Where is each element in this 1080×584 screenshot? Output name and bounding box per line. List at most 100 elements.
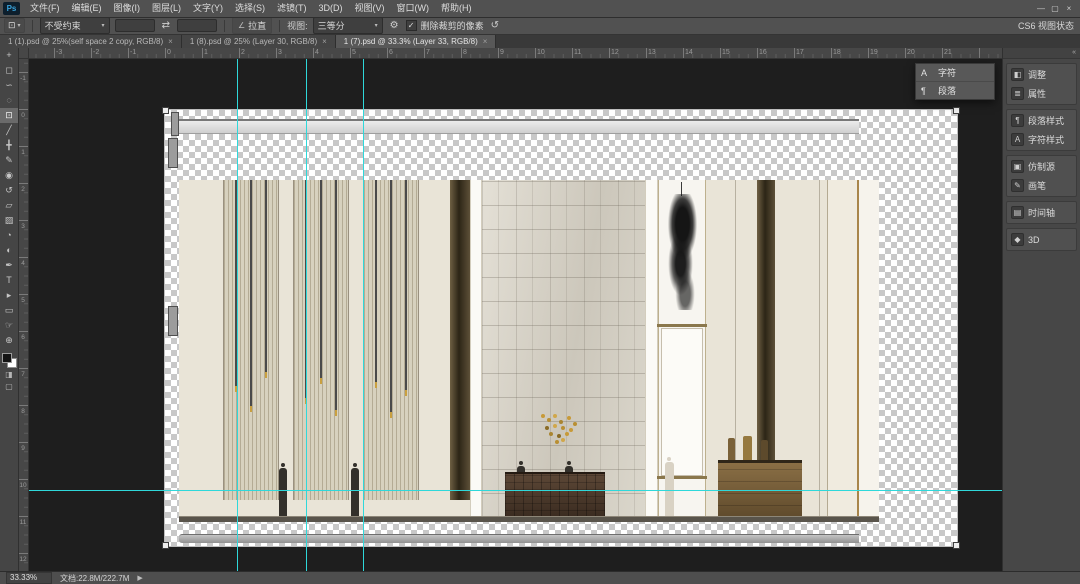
menu-file[interactable]: 文件(F) bbox=[24, 0, 66, 17]
crop-settings-gear-icon[interactable]: ⚙ bbox=[388, 20, 401, 31]
eraser-tool[interactable]: ▱ bbox=[0, 198, 18, 213]
guide[interactable] bbox=[28, 490, 1003, 491]
adjustments-icon: ◧ bbox=[1011, 68, 1024, 81]
panel-paragraph-styles[interactable]: ¶段落样式 bbox=[1007, 111, 1076, 130]
delete-cropped-pixels-checkbox[interactable]: ✓ 删除裁剪的像素 bbox=[406, 19, 484, 32]
aspect-ratio-select[interactable]: 不受约束 ▾ bbox=[40, 17, 110, 34]
menu-bar: Ps 文件(F)编辑(E)图像(I)图层(L)文字(Y)选择(S)滤镜(T)3D… bbox=[0, 0, 1080, 18]
wall-joint bbox=[819, 180, 820, 518]
crop-side-handle[interactable] bbox=[168, 138, 178, 168]
crop-handle[interactable] bbox=[162, 542, 169, 549]
crop-tool[interactable]: ⊡ bbox=[0, 108, 18, 123]
crop-handle[interactable] bbox=[162, 107, 169, 114]
panel-timeline[interactable]: ▤时间轴 bbox=[1007, 203, 1076, 222]
tab-close-icon[interactable]: × bbox=[168, 37, 173, 46]
tool-list: +◻∽◌⊡╱╋✎◉↺▱▨◔◐✒T▸▭☞⊕ bbox=[0, 48, 18, 348]
horizontal-ruler[interactable]: -3-2-10123456789101112131415161718192021 bbox=[28, 48, 1003, 59]
guide[interactable] bbox=[237, 58, 238, 571]
zoom-level-field[interactable]: 33.33% bbox=[6, 572, 52, 584]
pendant-light bbox=[320, 180, 322, 384]
move-tool[interactable]: + bbox=[0, 48, 18, 63]
menu-window[interactable]: 窗口(W) bbox=[391, 0, 436, 17]
panel-clone-source[interactable]: ▣仿制源 bbox=[1007, 157, 1076, 176]
checkbox-box[interactable]: ✓ bbox=[406, 20, 417, 31]
panel-character-styles[interactable]: A字符样式 bbox=[1007, 130, 1076, 149]
crop-width-field[interactable] bbox=[115, 19, 155, 32]
tab-3[interactable]: 1 (7).psd @ 33.3% (Layer 33, RGB/8)× bbox=[336, 35, 497, 48]
view-label: 视图: bbox=[287, 19, 308, 32]
rectangle-tool[interactable]: ▭ bbox=[0, 303, 18, 318]
menu-help[interactable]: 帮助(H) bbox=[435, 0, 478, 17]
tab-2[interactable]: 1 (8).psd @ 25% (Layer 30, RGB/8)× bbox=[182, 35, 336, 48]
quick-selection-tool[interactable]: ◌ bbox=[0, 93, 18, 108]
options-bar: ⊡ ▾ 不受约束 ▾ ⇄ ∠ 拉直 视图: 三等分 ▾ ⚙ ✓ 删除裁剪的像素 … bbox=[0, 17, 1080, 35]
ceiling-band bbox=[179, 119, 859, 134]
crop-handle[interactable] bbox=[953, 107, 960, 114]
straighten-button[interactable]: ∠ 拉直 bbox=[232, 17, 272, 34]
floor-line bbox=[179, 516, 879, 522]
workspace-switcher[interactable]: CS6 视图状态 bbox=[1018, 17, 1074, 35]
spot-healing-brush-tool[interactable]: ╋ bbox=[0, 138, 18, 153]
tool-preset-picker[interactable]: ⊡ ▾ bbox=[4, 18, 25, 33]
ruler-label: 10 bbox=[18, 481, 28, 490]
restore-button[interactable]: ▢ bbox=[1048, 0, 1062, 17]
panel-brush[interactable]: ✎画笔 bbox=[1007, 176, 1076, 195]
screen-mode-button[interactable]: ▢ bbox=[0, 381, 18, 393]
panel-adjustments[interactable]: ◧调整 bbox=[1007, 65, 1076, 84]
pendant-light bbox=[375, 180, 377, 388]
menu-layer[interactable]: 图层(L) bbox=[146, 0, 187, 17]
swap-dimensions-icon[interactable]: ⇄ bbox=[160, 20, 172, 31]
crop-height-field[interactable] bbox=[177, 19, 217, 32]
rectangular-marquee-tool[interactable]: ◻ bbox=[0, 63, 18, 78]
dodge-tool[interactable]: ◐ bbox=[0, 243, 18, 258]
tab-close-icon[interactable]: × bbox=[483, 37, 488, 46]
type-tool[interactable]: T bbox=[0, 273, 18, 288]
clone-stamp-tool[interactable]: ◉ bbox=[0, 168, 18, 183]
brush-tool[interactable]: ✎ bbox=[0, 153, 18, 168]
path-selection-tool[interactable]: ▸ bbox=[0, 288, 18, 303]
hand-tool[interactable]: ☞ bbox=[0, 318, 18, 333]
guide[interactable] bbox=[306, 58, 307, 571]
minimize-button[interactable]: — bbox=[1034, 0, 1048, 17]
close-button[interactable]: × bbox=[1062, 0, 1076, 17]
color-swatches[interactable] bbox=[0, 351, 18, 369]
ruler-label: 7 bbox=[18, 370, 28, 379]
dock-groups: ◧调整≣属性 ¶段落样式A字符样式 ▣仿制源✎画笔 ▤时间轴 ◆3D bbox=[1003, 63, 1080, 251]
menu-filter[interactable]: 滤镜(T) bbox=[271, 0, 313, 17]
quick-mask-button[interactable]: ◨ bbox=[0, 369, 18, 381]
collapse-panels-icon[interactable]: « bbox=[1003, 48, 1080, 59]
blur-tool[interactable]: ◔ bbox=[0, 228, 18, 243]
gradient-tool[interactable]: ▨ bbox=[0, 213, 18, 228]
ruler-label: 4 bbox=[18, 259, 28, 268]
document-canvas[interactable] bbox=[165, 110, 957, 546]
pen-tool[interactable]: ✒ bbox=[0, 258, 18, 273]
menu-edit[interactable]: 编辑(E) bbox=[66, 0, 108, 17]
panel-properties[interactable]: ≣属性 bbox=[1007, 84, 1076, 103]
tab-1[interactable]: 1 (1).psd @ 25%(self space 2 copy, RGB/8… bbox=[0, 35, 182, 48]
panel-three-d[interactable]: ◆3D bbox=[1007, 230, 1076, 249]
overlay-view-select[interactable]: 三等分 ▾ bbox=[313, 17, 383, 34]
vertical-ruler[interactable]: -10123456789101112 bbox=[18, 58, 29, 571]
menu-view[interactable]: 视图(V) bbox=[349, 0, 391, 17]
reset-icon[interactable]: ↺ bbox=[489, 20, 501, 31]
menu-image[interactable]: 图像(I) bbox=[108, 0, 147, 17]
menu-3d[interactable]: 3D(D) bbox=[313, 0, 349, 17]
canvas-viewport[interactable] bbox=[28, 58, 1003, 571]
zoom-tool[interactable]: ⊕ bbox=[0, 333, 18, 348]
guide[interactable] bbox=[363, 58, 364, 571]
tab-close-icon[interactable]: × bbox=[322, 37, 327, 46]
panel-tab-paragraph[interactable]: ¶段落 bbox=[916, 82, 994, 99]
history-brush-tool[interactable]: ↺ bbox=[0, 183, 18, 198]
status-menu-arrow-icon[interactable]: ▶ bbox=[137, 574, 142, 582]
crop-side-handle[interactable] bbox=[168, 306, 178, 336]
crop-handle[interactable] bbox=[953, 542, 960, 549]
eyedropper-tool[interactable]: ╱ bbox=[0, 123, 18, 138]
menu-select[interactable]: 选择(S) bbox=[229, 0, 271, 17]
panel-dock: « ◧调整≣属性 ¶段落样式A字符样式 ▣仿制源✎画笔 ▤时间轴 ◆3D bbox=[1002, 48, 1080, 571]
foreground-color-swatch[interactable] bbox=[2, 353, 12, 363]
reception-desk bbox=[505, 472, 605, 518]
panel-tab-character[interactable]: A字符 bbox=[916, 64, 994, 82]
photoshop-window: Ps 文件(F)编辑(E)图像(I)图层(L)文字(Y)选择(S)滤镜(T)3D… bbox=[0, 0, 1080, 584]
lasso-tool[interactable]: ∽ bbox=[0, 78, 18, 93]
menu-type[interactable]: 文字(Y) bbox=[187, 0, 229, 17]
